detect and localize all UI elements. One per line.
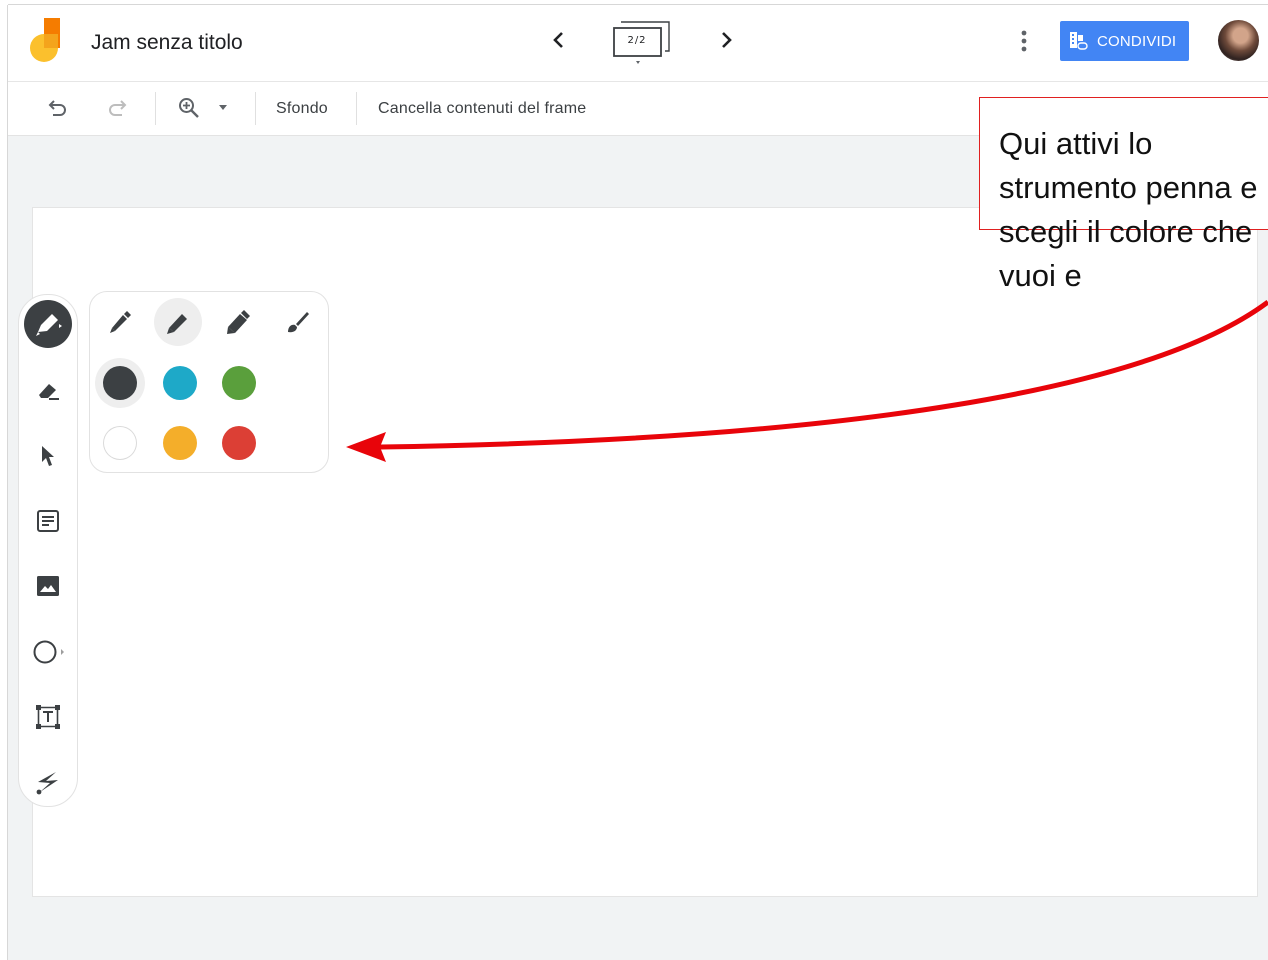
color-swatch-red[interactable] [222, 426, 256, 460]
top-bar: Jam senza titolo 2/2 CONDIVIDI [8, 5, 1268, 82]
toolbar-divider [255, 92, 256, 125]
background-button[interactable]: Sfondo [276, 100, 328, 118]
zoom-button[interactable] [175, 94, 203, 122]
fine-pen-icon [110, 311, 131, 333]
text-box-icon [36, 705, 60, 729]
document-title[interactable]: Jam senza titolo [91, 31, 243, 55]
more-options-button[interactable] [1012, 25, 1036, 57]
annotation-text: Qui attivi lo strumento penna e scegli i… [999, 126, 1258, 293]
next-frame-button[interactable] [711, 25, 741, 55]
share-label: CONDIVIDI [1097, 32, 1177, 50]
circle-shape-icon [33, 640, 64, 664]
zoom-in-icon [179, 98, 199, 118]
chevron-left-icon [553, 32, 563, 48]
eraser-tool-button[interactable] [24, 367, 72, 415]
toolbar-divider [155, 92, 156, 125]
frame-counter-label: 2/2 [627, 35, 647, 46]
annotation-callout-box: Qui attivi lo strumento penna e scegli i… [979, 97, 1268, 293]
jamboard-logo-icon[interactable] [30, 18, 64, 64]
toolbar-divider [356, 92, 357, 125]
select-tool-button[interactable] [24, 432, 72, 480]
marker-icon [167, 314, 187, 334]
image-tool-button[interactable] [24, 562, 72, 610]
pen-tool-button[interactable] [24, 300, 72, 348]
eraser-icon [39, 384, 59, 400]
pen-type-pen[interactable] [96, 298, 144, 346]
undo-button[interactable] [44, 94, 72, 122]
color-swatch-blue[interactable] [163, 366, 197, 400]
zoom-dropdown-button[interactable] [216, 94, 230, 122]
sticky-note-tool-button[interactable] [24, 497, 72, 545]
brush-icon [288, 312, 309, 333]
shape-tool-button[interactable] [24, 628, 72, 676]
cursor-arrow-icon [42, 446, 54, 466]
pen-type-brush[interactable] [274, 298, 322, 346]
user-avatar[interactable] [1218, 20, 1259, 61]
caret-down-icon [219, 105, 227, 110]
color-swatch-charcoal[interactable] [103, 366, 137, 400]
clear-frame-button[interactable]: Cancella contenuti del frame [378, 100, 586, 118]
pen-icon [36, 314, 62, 336]
color-swatch-green[interactable] [222, 366, 256, 400]
more-vert-icon [1021, 30, 1027, 52]
undo-icon [48, 100, 66, 116]
image-icon [37, 576, 59, 596]
text-box-tool-button[interactable] [24, 693, 72, 741]
laser-pointer-icon [36, 772, 58, 795]
previous-frame-button[interactable] [544, 25, 574, 55]
pen-type-marker[interactable] [154, 298, 202, 346]
redo-icon [109, 100, 127, 116]
redo-button[interactable] [103, 94, 131, 122]
color-swatch-yellow[interactable] [163, 426, 197, 460]
pen-type-highlighter[interactable] [214, 298, 262, 346]
highlighter-icon [227, 310, 250, 334]
share-link-icon [1070, 32, 1088, 50]
laser-tool-button[interactable] [24, 758, 72, 806]
frame-counter-button[interactable]: 2/2 [611, 19, 673, 67]
tool-rail [18, 294, 78, 807]
share-button[interactable]: CONDIVIDI [1060, 21, 1189, 61]
chevron-right-icon [722, 32, 732, 48]
pen-options-palette [89, 291, 329, 473]
color-swatch-white[interactable] [103, 426, 137, 460]
sticky-note-icon [37, 510, 59, 532]
